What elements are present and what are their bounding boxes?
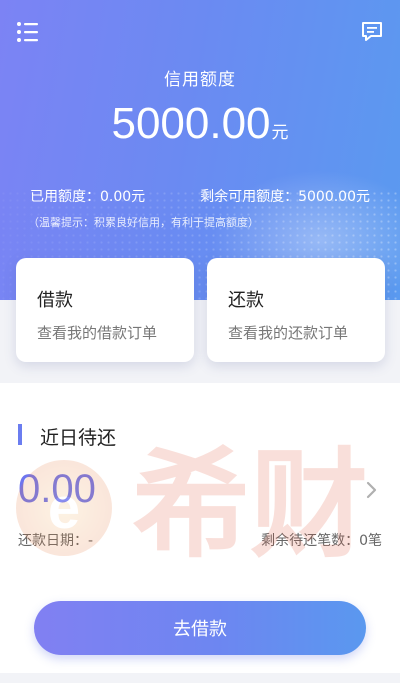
repay-card[interactable]: 还款 查看我的还款订单 — [207, 258, 385, 362]
credit-tip: （温馨提示：积累良好信用，有利于提高额度） — [28, 216, 259, 229]
repayment-date: 还款日期：- — [18, 533, 94, 549]
list-menu-icon[interactable] — [16, 21, 42, 45]
repay-card-subtitle: 查看我的还款订单 — [228, 324, 349, 342]
message-icon[interactable] — [360, 20, 386, 44]
borrow-card-subtitle: 查看我的借款订单 — [37, 324, 158, 342]
repay-card-title: 还款 — [228, 290, 264, 311]
credit-amount-unit: 元 — [271, 123, 289, 143]
remaining-credit: 剩余可用额度：5000.00元 — [200, 189, 370, 205]
upcoming-repayment-panel: 近日待还 0.00 还款日期：- 剩余待还笔数：0笔 去借款 — [0, 383, 400, 673]
credit-header: 信用额度 5000.00元 已用额度：0.00元 剩余可用额度：5000.00元… — [0, 0, 400, 300]
upcoming-repayment-heading: 近日待还 — [40, 427, 117, 449]
remaining-repayment-count: 剩余待还笔数：0笔 — [261, 533, 382, 549]
borrow-card-title: 借款 — [37, 290, 73, 311]
go-borrow-button[interactable]: 去借款 — [34, 601, 366, 655]
chevron-right-icon[interactable] — [366, 481, 378, 503]
section-accent-bar — [18, 424, 22, 445]
credit-limit-amount: 5000.00元 — [0, 99, 400, 149]
upcoming-repayment-amount: 0.00 — [18, 467, 96, 511]
used-credit: 已用额度：0.00元 — [30, 189, 146, 205]
credit-amount-value: 5000.00 — [111, 99, 271, 148]
borrow-card[interactable]: 借款 查看我的借款订单 — [16, 258, 194, 362]
bottom-spacer — [0, 673, 400, 683]
credit-limit-label: 信用额度 — [164, 70, 236, 90]
